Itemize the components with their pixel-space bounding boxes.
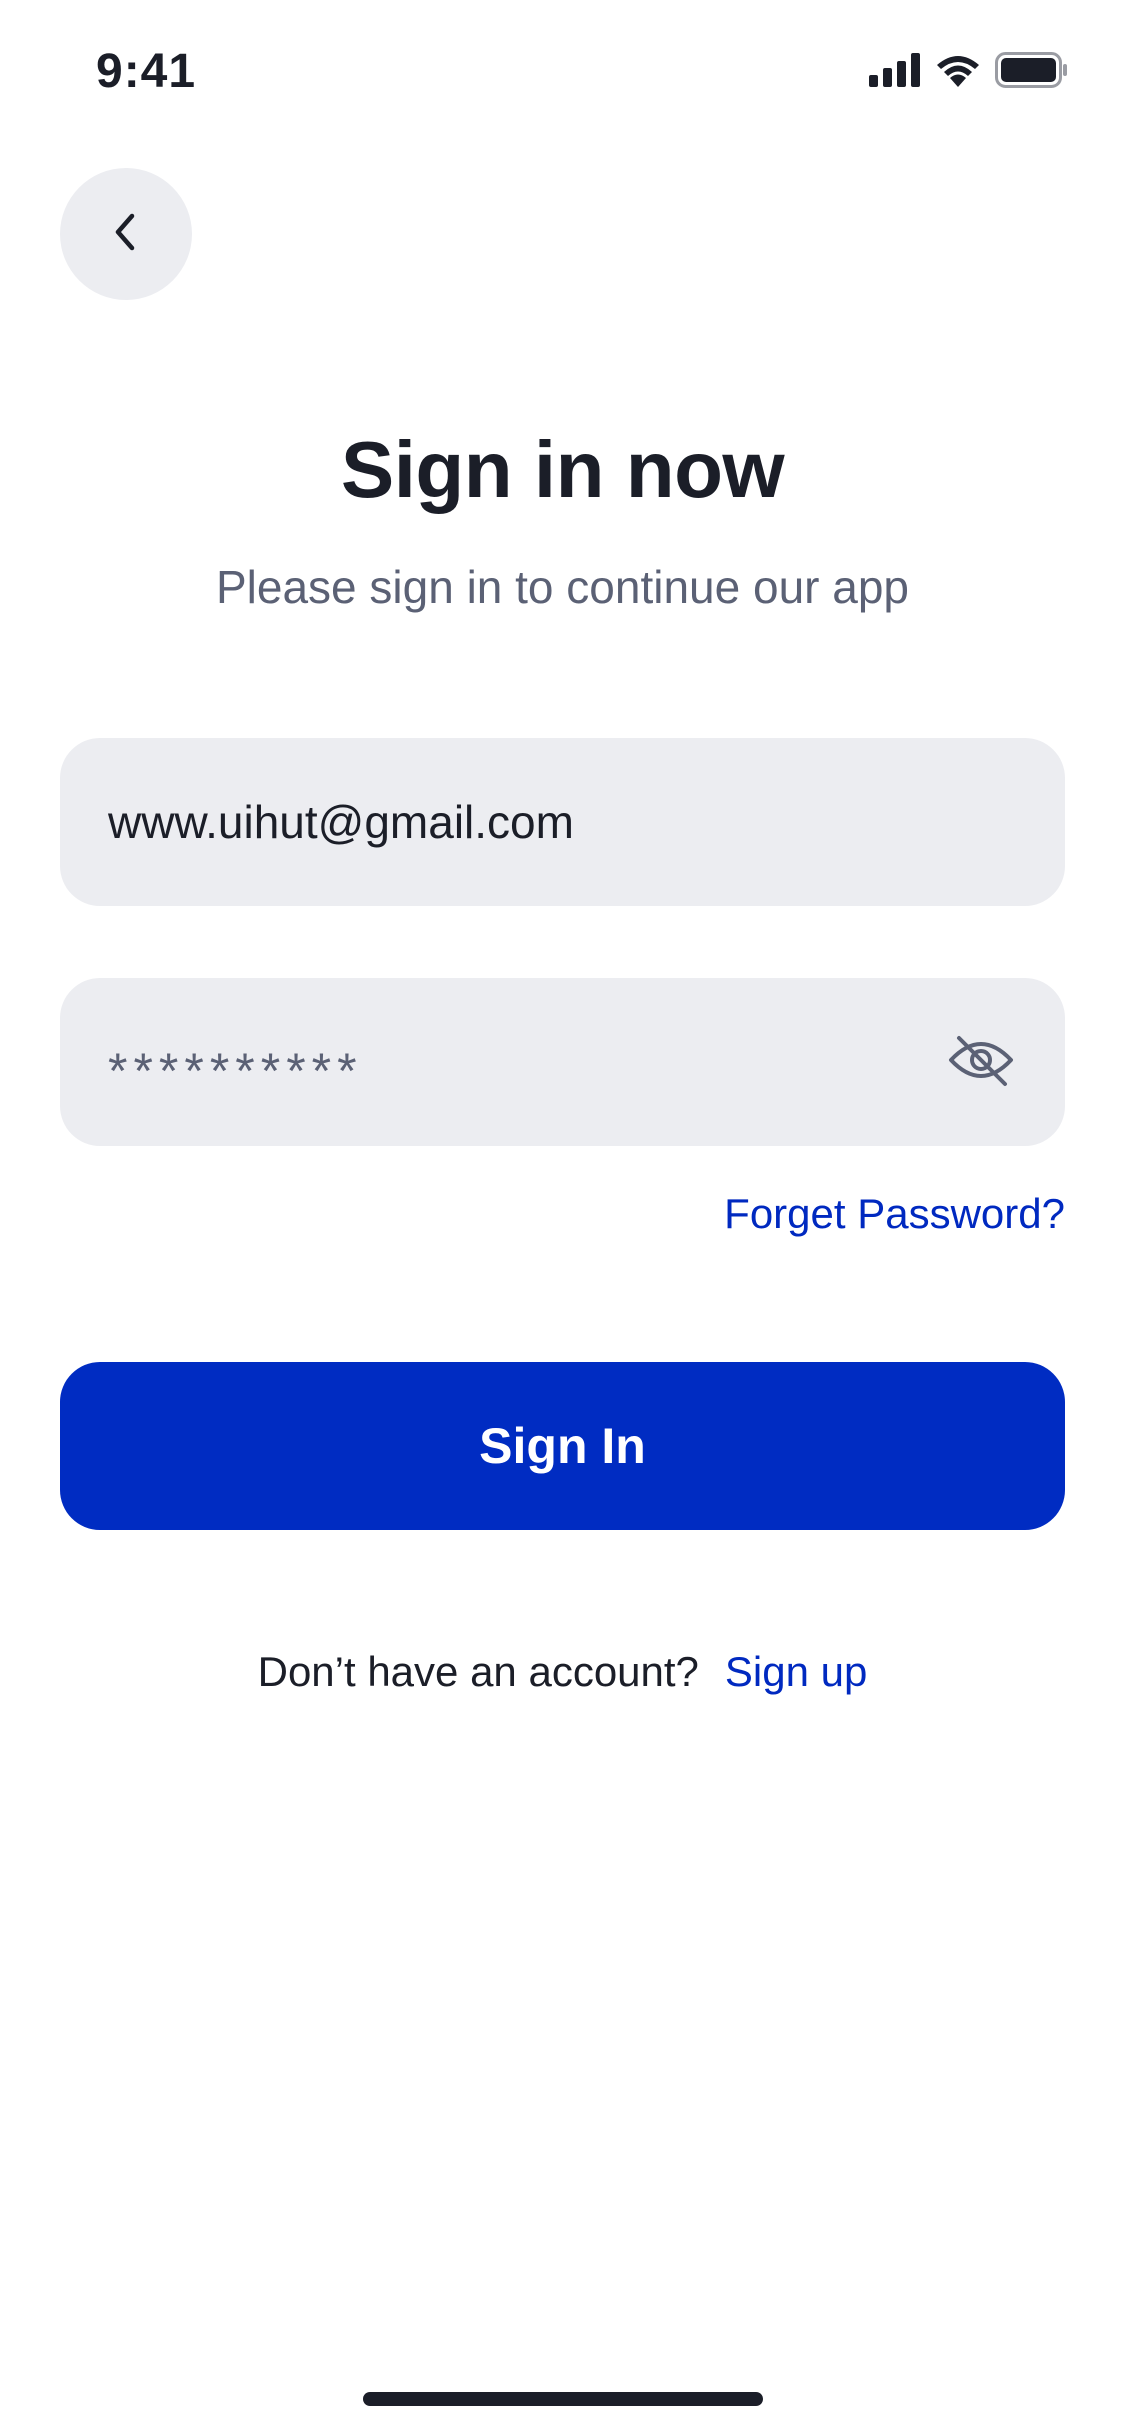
password-field[interactable]: **********: [60, 978, 1065, 1146]
chevron-left-icon: [108, 208, 144, 261]
status-time: 9:41: [96, 45, 197, 98]
page-title: Sign in now: [340, 425, 785, 514]
email-field[interactable]: [60, 738, 1065, 906]
home-indicator: [363, 2392, 763, 2406]
cellular-signal-icon: [869, 53, 921, 92]
signup-row: Don’t have an account? Sign up: [0, 1648, 1125, 1696]
password-visibility-toggle[interactable]: [945, 1026, 1017, 1098]
signup-prompt: Don’t have an account?: [257, 1648, 699, 1695]
sign-in-button[interactable]: Sign In: [60, 1362, 1065, 1530]
wifi-icon: [935, 53, 981, 92]
page-subtitle: Please sign in to continue our app: [215, 561, 910, 613]
eye-off-icon: [947, 1032, 1015, 1093]
forgot-password-link[interactable]: Forget Password?: [724, 1190, 1065, 1238]
battery-icon: [995, 52, 1069, 93]
email-input[interactable]: [108, 795, 1017, 849]
sign-up-link[interactable]: Sign up: [725, 1648, 867, 1695]
back-button[interactable]: [60, 168, 192, 300]
status-icons: [869, 52, 1069, 93]
status-bar: 9:41: [0, 0, 1125, 132]
password-input[interactable]: **********: [108, 1024, 945, 1100]
